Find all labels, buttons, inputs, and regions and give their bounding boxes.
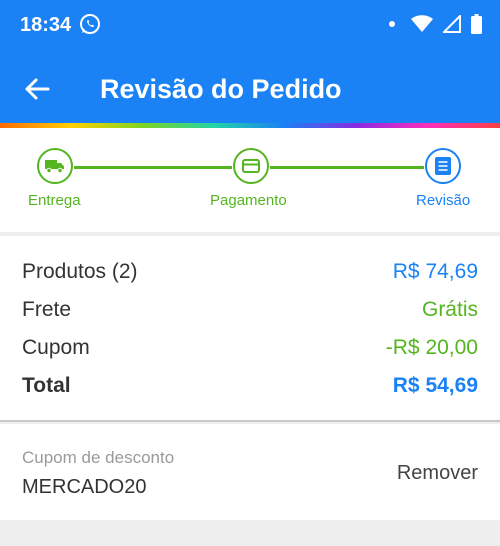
- status-bar: 18:34: [0, 0, 500, 50]
- toolbar: Revisão do Pedido: [0, 60, 500, 120]
- battery-icon: [471, 14, 482, 34]
- remove-coupon-button[interactable]: Remover: [397, 462, 478, 485]
- back-arrow-icon[interactable]: [22, 74, 52, 104]
- signal-icon: [443, 15, 461, 33]
- coupon-discount-value: -R$ 20,00: [385, 336, 478, 359]
- card-icon: [242, 159, 260, 173]
- status-time: 18:34: [20, 14, 72, 36]
- coupon-field-label: Cupom de desconto: [22, 448, 175, 467]
- wifi-icon: [411, 15, 433, 32]
- shipping-value: Grátis: [421, 298, 478, 321]
- step-label-delivery: Entrega: [28, 192, 81, 209]
- summary-row-total: Total R$ 54,69: [22, 374, 478, 398]
- whatsapp-icon: [80, 14, 100, 34]
- coupon-code: MERCADO20: [22, 476, 147, 498]
- truck-icon: [45, 160, 64, 174]
- products-value: R$ 74,69: [392, 260, 478, 283]
- products-label: Produtos (2): [22, 260, 138, 283]
- coupon-card: Cupom de desconto MERCADO20 Remover: [0, 424, 500, 520]
- total-value: R$ 54,69: [392, 374, 478, 397]
- page-title: Revisão do Pedido: [100, 74, 342, 104]
- app-bar: 18:34 Revisão do Pedido: [0, 0, 500, 124]
- order-summary-card: Produtos (2) R$ 74,69 Frete Grátis Cupom…: [0, 236, 500, 422]
- checkout-stepper: Entrega Pagamento Revisão: [0, 128, 500, 232]
- step-label-payment: Pagamento: [210, 192, 287, 209]
- step-connector: [270, 166, 424, 169]
- summary-row-coupon: Cupom -R$ 20,00: [22, 336, 478, 360]
- summary-row-shipping: Frete Grátis: [22, 298, 478, 322]
- shipping-label: Frete: [22, 298, 72, 321]
- step-payment[interactable]: [233, 148, 269, 184]
- coupon-discount-label: Cupom: [22, 336, 90, 359]
- notification-dot-icon: [389, 21, 395, 27]
- status-icons: [389, 14, 482, 34]
- receipt-icon: [435, 157, 451, 175]
- step-delivery[interactable]: [37, 148, 73, 184]
- summary-row-products: Produtos (2) R$ 74,69: [22, 260, 478, 284]
- step-connector: [74, 166, 232, 169]
- step-label-review: Revisão: [416, 192, 471, 209]
- total-label: Total: [22, 374, 71, 397]
- step-review[interactable]: [425, 148, 461, 184]
